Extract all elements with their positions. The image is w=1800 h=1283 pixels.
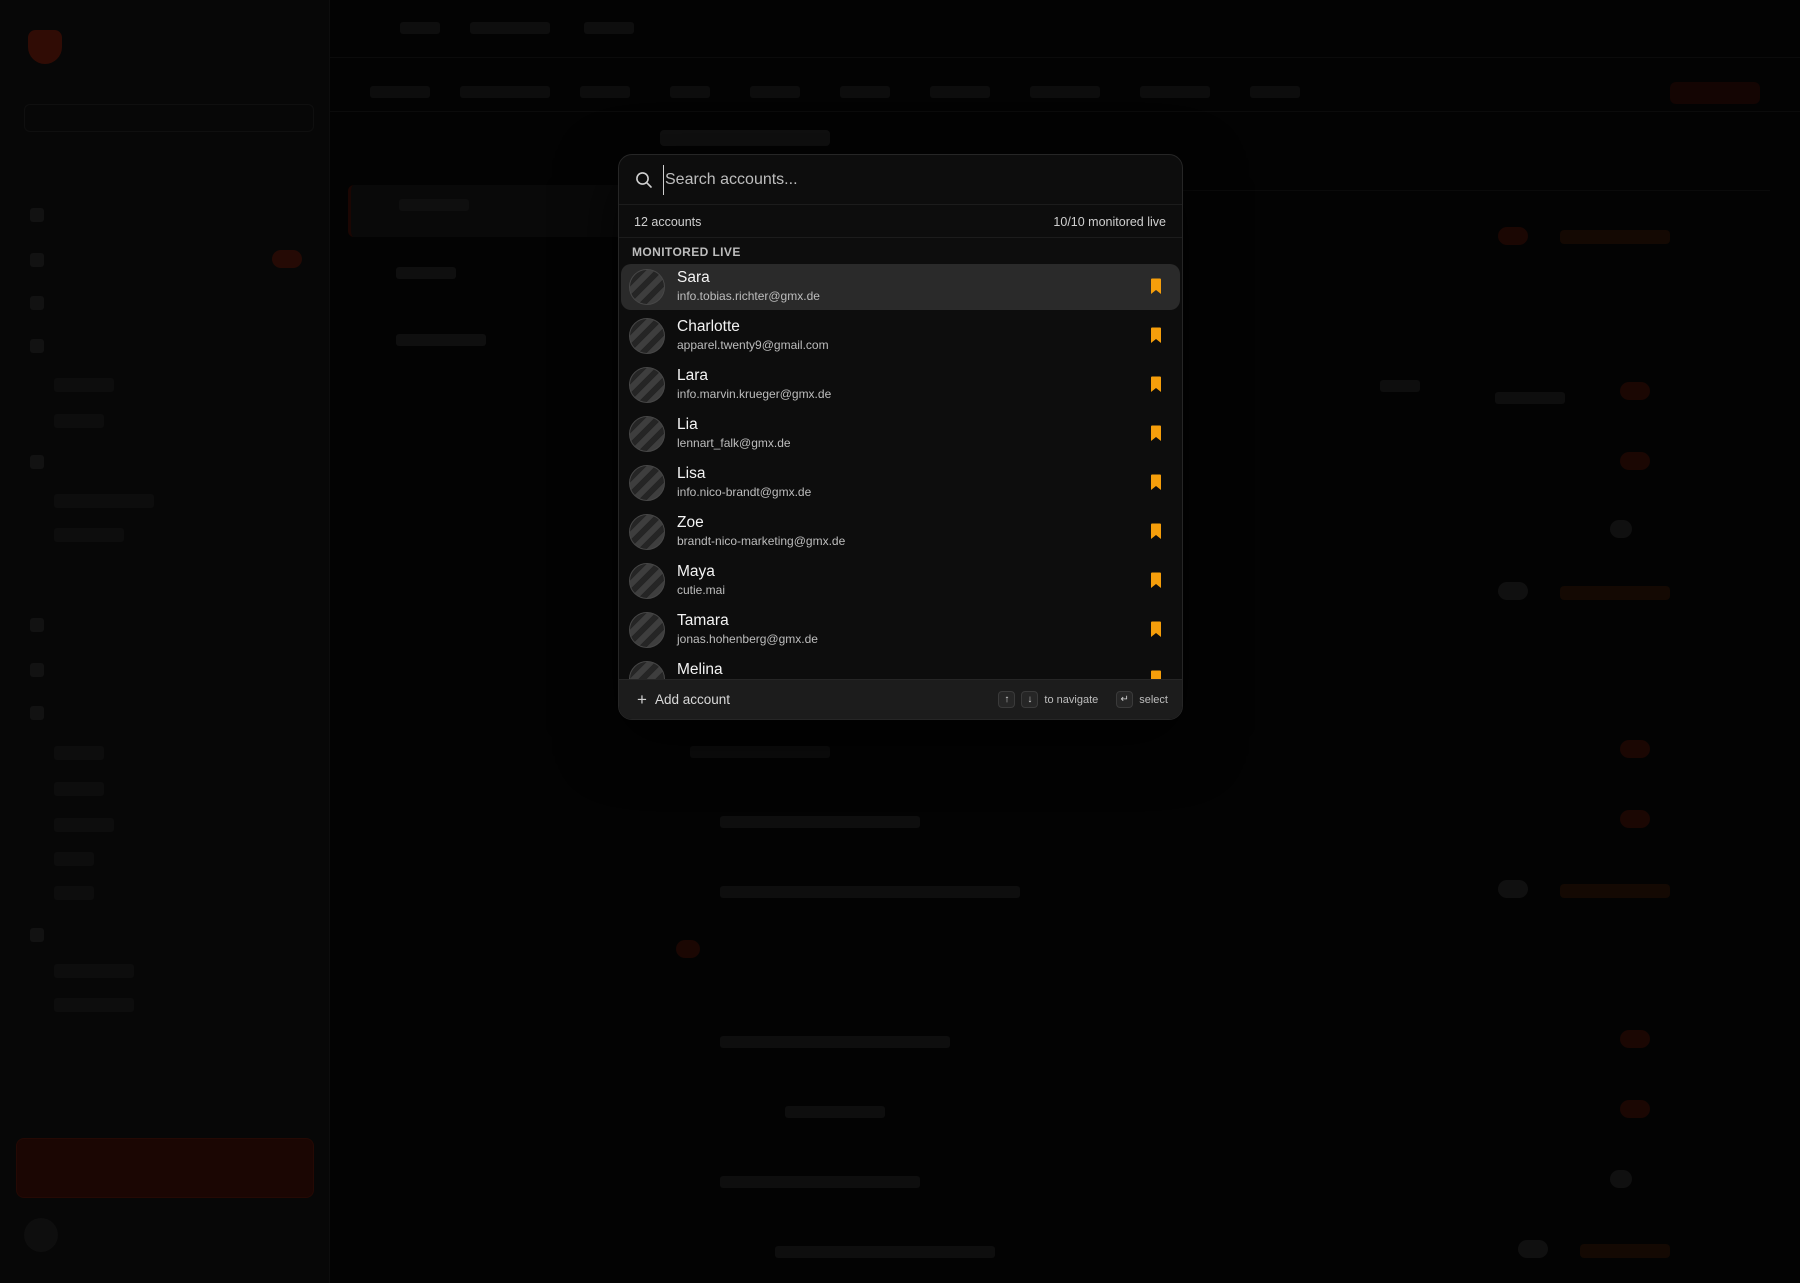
arrow-up-key-icon: ↑	[998, 691, 1016, 708]
avatar	[629, 563, 665, 599]
account-item[interactable]: Lisa info.nico-brandt@gmx.de	[621, 460, 1180, 506]
search-input[interactable]	[663, 164, 1182, 195]
avatar	[629, 416, 665, 452]
account-name: Melina	[677, 661, 723, 678]
avatar	[629, 514, 665, 550]
add-account-label: Add account	[654, 692, 730, 707]
bookmark-icon	[1151, 376, 1161, 392]
bookmark-icon	[1151, 621, 1161, 637]
account-item[interactable]: Charlotte apparel.twenty9@gmail.com	[621, 313, 1180, 359]
bookmark-icon	[1151, 523, 1161, 539]
account-name: Zoe	[677, 514, 704, 531]
enter-key-icon: ↵	[1116, 691, 1134, 708]
search-icon	[635, 171, 653, 189]
bookmark-icon	[1151, 474, 1161, 490]
avatar	[629, 318, 665, 354]
account-name: Sara	[677, 269, 710, 286]
search-row	[619, 155, 1182, 205]
account-email: lennart_falk@gmx.de	[677, 436, 791, 450]
navigate-hint: to navigate	[1044, 693, 1099, 706]
arrow-down-key-icon: ↓	[1021, 691, 1039, 708]
account-email: info.marvin.krueger@gmx.de	[677, 387, 832, 401]
account-count: 12 accounts	[634, 214, 702, 229]
account-item[interactable]: Maya cutie.mai	[621, 558, 1180, 604]
account-email: info.nico-brandt@gmx.de	[677, 485, 812, 499]
account-item[interactable]: Lara info.marvin.krueger@gmx.de	[621, 362, 1180, 408]
account-name: Lia	[677, 416, 698, 433]
account-item[interactable]: Lia lennart_falk@gmx.de	[621, 411, 1180, 457]
bookmark-icon	[1151, 572, 1161, 588]
account-email: jonas.hohenberg@gmx.de	[677, 632, 818, 646]
plus-icon: +	[637, 690, 647, 709]
account-switcher-dialog: 12 accounts 10/10 monitored live MONITOR…	[618, 154, 1183, 720]
avatar	[629, 367, 665, 403]
account-item[interactable]: Zoe brandt-nico-marketing@gmx.de	[621, 509, 1180, 555]
account-email: brandt-nico-marketing@gmx.de	[677, 534, 846, 548]
group-label: MONITORED LIVE	[632, 245, 741, 259]
palette-footer: + Add account ↑ ↓ to navigate ↵ select	[619, 679, 1182, 719]
account-email: apparel.twenty9@gmail.com	[677, 338, 829, 352]
account-name: Lara	[677, 367, 709, 384]
account-list: Sara info.tobias.richter@gmx.de Charlotte a…	[619, 263, 1182, 719]
account-email: info.tobias.richter@gmx.de	[677, 289, 820, 303]
bookmark-icon	[1151, 425, 1161, 441]
avatar	[629, 465, 665, 501]
account-email: cutie.mai	[677, 583, 726, 597]
select-hint: select	[1139, 693, 1168, 706]
account-name: Charlotte	[677, 318, 740, 335]
account-name: Maya	[677, 563, 715, 580]
bookmark-icon	[1151, 278, 1161, 294]
add-account-button[interactable]: + Add account	[637, 691, 730, 708]
account-name: Lisa	[677, 465, 706, 482]
avatar	[629, 269, 665, 305]
account-item[interactable]: Tamara jonas.hohenberg@gmx.de	[621, 607, 1180, 653]
bookmark-icon	[1151, 327, 1161, 343]
avatar	[629, 612, 665, 648]
keyboard-hints: ↑ ↓ to navigate ↵ select	[998, 691, 1168, 708]
monitored-status: 10/10 monitored live	[1053, 214, 1166, 229]
results-meta: 12 accounts 10/10 monitored live	[619, 206, 1182, 238]
account-item[interactable]: Sara info.tobias.richter@gmx.de	[621, 264, 1180, 310]
account-name: Tamara	[677, 612, 729, 629]
